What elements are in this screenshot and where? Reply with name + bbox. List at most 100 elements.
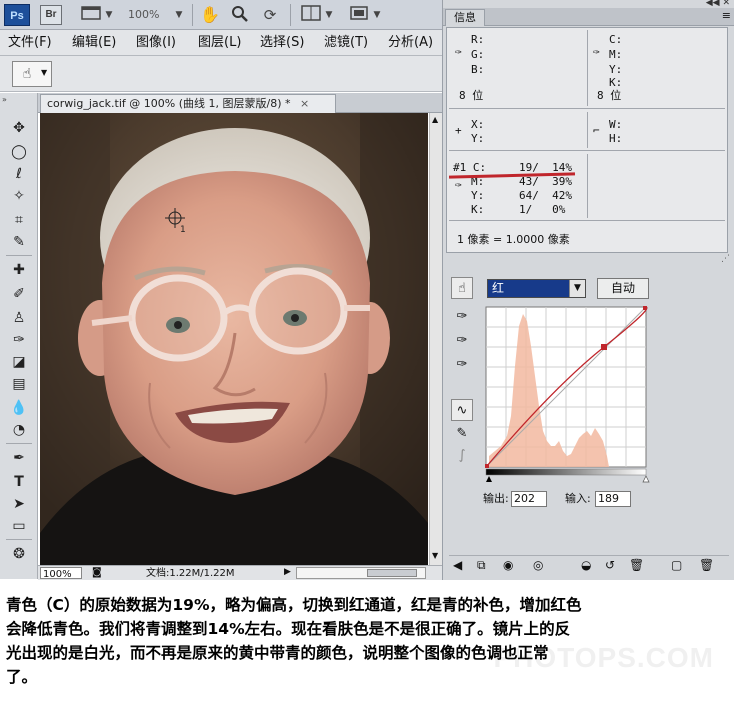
scroll-thumb[interactable] xyxy=(367,569,417,577)
document-tab[interactable]: corwig_jack.tif @ 100% (曲线 1, 图层蒙版/8) * … xyxy=(40,94,336,113)
black-point-eyedropper-icon[interactable]: ✑ xyxy=(451,306,473,328)
caption: PHOTOPS.COM 青色（C）的原始数据为19%，略为偏高，切换到红通道，红… xyxy=(0,580,734,704)
panel-collapse-icon[interactable]: ◀◀ ✕ xyxy=(706,0,730,8)
visibility-eye-icon[interactable]: ◎ xyxy=(533,558,543,572)
resize-grip-icon[interactable]: ⋰ xyxy=(721,254,730,264)
expand-view-icon[interactable]: ⧉ xyxy=(477,558,486,573)
marquee-tool-icon[interactable]: ◯ xyxy=(8,141,30,163)
horizontal-scrollbar[interactable] xyxy=(296,567,426,579)
zoom-level[interactable]: 100% xyxy=(128,5,180,25)
scroll-up-icon[interactable]: ▲ xyxy=(432,115,438,124)
brush-tool-icon[interactable]: ✐ xyxy=(8,283,30,305)
eraser-tool-icon[interactable]: ◪ xyxy=(8,351,30,373)
pen-tool-icon[interactable]: ✒ xyxy=(8,447,30,469)
caption-line-1: 青色（C）的原始数据为19%，略为偏高，切换到红通道，红是青的补色，增加红色 xyxy=(6,596,582,614)
curve-point-tool-icon[interactable]: ∿ xyxy=(451,399,473,421)
chevron-down-icon: ▼ xyxy=(41,68,48,77)
menu-image[interactable]: 图像(I) xyxy=(136,34,176,52)
dodge-tool-icon[interactable]: ◔ xyxy=(8,419,30,441)
sampler-1-k-value: 1/ 0% xyxy=(519,203,566,216)
3d-rotate-icon[interactable]: ❂ xyxy=(8,543,30,565)
chevron-down-icon[interactable]: ▼ xyxy=(324,5,334,25)
vertical-scrollbar[interactable]: ▲ ▼ xyxy=(429,113,442,565)
divider xyxy=(290,4,291,26)
hand-tool-icon[interactable]: ✋ xyxy=(198,5,222,25)
tool-preset-picker[interactable]: ☝ ▼ xyxy=(12,61,52,87)
magic-wand-icon[interactable]: ✧ xyxy=(8,185,30,207)
smooth-curve-icon[interactable]: ∫ xyxy=(451,445,473,467)
targeted-adjustment-tool-icon[interactable]: ☝ xyxy=(451,277,473,299)
trash-icon[interactable]: 🗑 xyxy=(699,558,714,572)
menu-edit[interactable]: 编辑(E) xyxy=(72,34,116,52)
status-bar: 100% ◙ 文档:1.22M/1.22M ▶ xyxy=(38,565,442,580)
eyedropper-cmyk-icon: ✑ xyxy=(593,45,600,58)
bridge-button[interactable]: Br xyxy=(40,5,62,25)
menu-analysis[interactable]: 分析(A) xyxy=(388,34,433,52)
tab-info[interactable]: 信息 xyxy=(445,9,485,26)
crop-tool-icon[interactable]: ⌗ xyxy=(8,209,30,231)
white-point-eyedropper-icon[interactable]: ✑ xyxy=(451,354,473,376)
svg-text:1: 1 xyxy=(180,225,186,235)
status-menu-arrow-icon[interactable]: ▶ xyxy=(284,566,291,579)
menu-select[interactable]: 选择(S) xyxy=(260,34,304,52)
rotate-view-icon[interactable]: ⟳ xyxy=(258,5,282,25)
label-x: X: xyxy=(471,118,485,131)
sampler-1-y-value: 64/ 42% xyxy=(519,189,572,202)
channel-select[interactable]: 红 ▼ xyxy=(487,279,586,298)
divider xyxy=(6,255,32,256)
healing-brush-icon[interactable]: ✚ xyxy=(8,259,30,281)
application-bar: Ps Br ▼ 100% ▼ ✋ ⟳ ▼ ▼ xyxy=(0,0,442,30)
label-w: W: xyxy=(609,118,623,131)
image-canvas[interactable]: 1 xyxy=(40,113,428,565)
close-icon[interactable]: × xyxy=(300,97,309,110)
new-layer-icon[interactable]: ▢ xyxy=(671,558,682,572)
input-field[interactable]: 189 xyxy=(595,491,631,507)
gray-point-eyedropper-icon[interactable]: ✑ xyxy=(451,330,473,352)
menu-layer[interactable]: 图层(L) xyxy=(198,34,241,52)
status-zoom-field[interactable]: 100% xyxy=(40,567,82,580)
output-field[interactable]: 202 xyxy=(511,491,547,507)
panel-menu-icon[interactable]: ≡ xyxy=(722,9,731,22)
arrange-documents-icon[interactable] xyxy=(298,5,324,25)
screen-mode-icon[interactable] xyxy=(346,5,372,25)
view-extras-icon[interactable] xyxy=(78,5,104,25)
chevron-down-icon[interactable]: ▼ xyxy=(104,5,114,25)
history-brush-icon[interactable]: ✑ xyxy=(8,329,30,351)
menu-filter[interactable]: 滤镜(T) xyxy=(324,34,368,52)
blur-tool-icon[interactable]: 💧 xyxy=(8,397,30,419)
clone-stamp-icon[interactable]: ♙ xyxy=(8,307,30,329)
status-options-icon[interactable]: ◙ xyxy=(92,566,102,579)
lasso-tool-icon[interactable]: ℓ xyxy=(8,163,30,185)
scroll-down-icon[interactable]: ▼ xyxy=(432,551,438,560)
delete-icon[interactable]: 🗑 xyxy=(629,558,644,572)
eyedropper-sampler-icon: ✑ xyxy=(455,178,462,191)
label-y2: Y: xyxy=(471,132,485,145)
selection-size-icon: ⌐ xyxy=(593,124,600,137)
path-selection-icon[interactable]: ➤ xyxy=(8,493,30,515)
photoshop-logo: Ps xyxy=(4,4,30,26)
chevron-down-icon[interactable]: ▼ xyxy=(372,5,382,25)
reset-icon[interactable]: ↺ xyxy=(605,558,615,572)
curve-graph[interactable] xyxy=(485,306,650,484)
label-g: G: xyxy=(471,48,485,61)
zoom-tool-icon[interactable] xyxy=(228,5,252,25)
shape-tool-icon[interactable]: ▭ xyxy=(8,515,30,537)
clip-layer-icon[interactable]: ◉ xyxy=(503,558,513,572)
pencil-draw-icon[interactable]: ✎ xyxy=(451,423,473,445)
auto-button[interactable]: 自动 xyxy=(597,278,649,299)
collapse-icon[interactable]: » xyxy=(2,95,7,104)
input-label: 输入: xyxy=(565,492,591,505)
chevron-down-icon[interactable]: ▼ xyxy=(569,280,585,297)
gradient-tool-icon[interactable]: ▤ xyxy=(8,373,30,395)
divider xyxy=(449,220,725,221)
eyedropper-tool-icon[interactable]: ✎ xyxy=(8,231,30,253)
move-tool-icon[interactable]: ✥ xyxy=(8,117,30,139)
toolbox: » ✥ ◯ ℓ ✧ ⌗ ✎ ✚ ✐ ♙ ✑ ◪ ▤ 💧 ◔ ✒ T ➤ ▭ ❂ xyxy=(0,93,38,579)
type-tool-icon[interactable]: T xyxy=(8,471,30,493)
divider xyxy=(587,112,588,148)
back-arrow-icon[interactable]: ◀ xyxy=(453,558,462,572)
previous-state-icon[interactable]: ◒ xyxy=(581,558,591,572)
document-tab-strip: corwig_jack.tif @ 100% (曲线 1, 图层蒙版/8) * … xyxy=(38,93,442,113)
zoom-dropdown-icon[interactable]: ▼ xyxy=(174,5,184,25)
menu-file[interactable]: 文件(F) xyxy=(8,34,52,52)
